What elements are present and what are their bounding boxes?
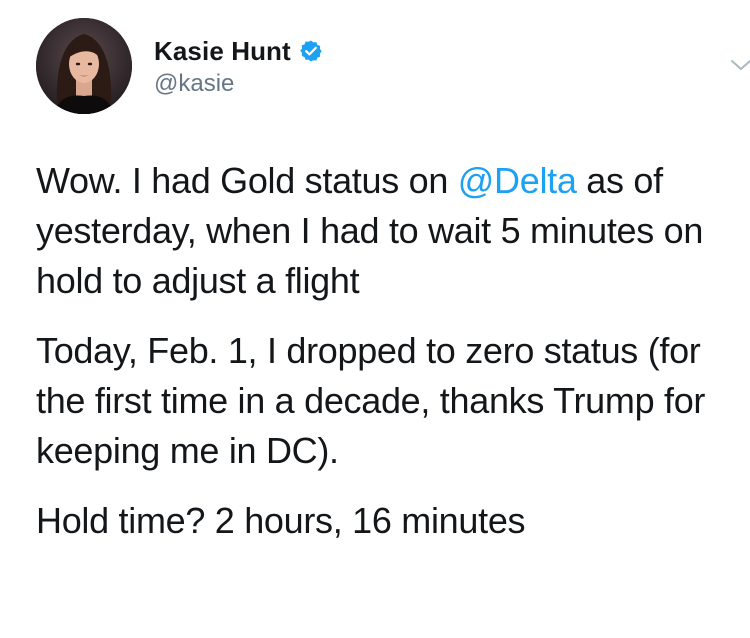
- display-name-row: Kasie Hunt: [154, 36, 323, 66]
- profile-photo-icon: [36, 18, 132, 114]
- tweet-paragraph-1: Wow. I had Gold status on @Delta as of y…: [36, 156, 716, 306]
- mention-link[interactable]: @Delta: [458, 160, 577, 201]
- handle[interactable]: @kasie: [154, 70, 323, 98]
- tweet-paragraph-2: Today, Feb. 1, I dropped to zero status …: [36, 330, 706, 471]
- tweet-header: Kasie Hunt @kasie: [36, 18, 750, 118]
- avatar[interactable]: [36, 18, 132, 114]
- verified-badge-icon: [299, 39, 323, 63]
- tweet-text-segment: Wow. I had Gold status on: [36, 160, 458, 201]
- display-name[interactable]: Kasie Hunt: [154, 36, 291, 67]
- chevron-down-icon[interactable]: [728, 52, 750, 78]
- tweet-paragraph-3: Hold time? 2 hours, 16 minutes: [36, 500, 526, 541]
- tweet-card: Kasie Hunt @kasie Wow. I had Gold status…: [0, 0, 750, 638]
- author-info: Kasie Hunt @kasie: [154, 36, 323, 98]
- tweet-text: Wow. I had Gold status on @Delta as of y…: [36, 156, 716, 566]
